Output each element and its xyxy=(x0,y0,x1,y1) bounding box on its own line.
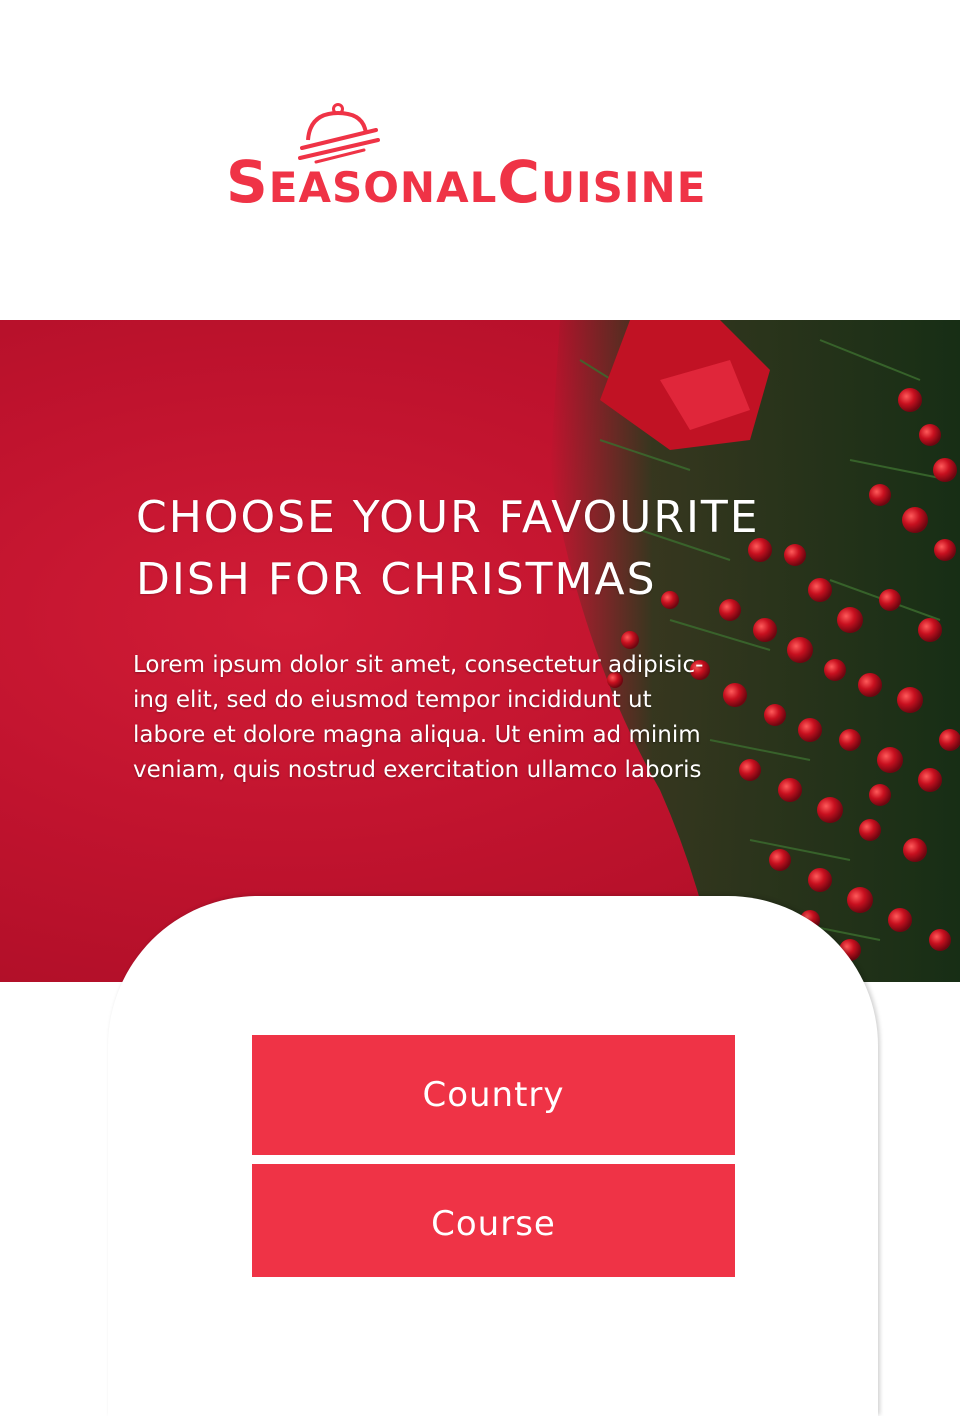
country-button[interactable]: Country xyxy=(252,1035,735,1155)
brand-name: SEASONALCUISINE xyxy=(226,148,707,216)
hero-description: Lorem ipsum dolor sit amet, consectetur … xyxy=(133,652,704,783)
hero-banner: CHOOSE YOUR FAVOURITE DISH FOR CHRISTMAS… xyxy=(0,320,960,982)
course-button[interactable]: Course xyxy=(252,1164,735,1277)
course-button-label: Course xyxy=(431,1204,556,1244)
options-card xyxy=(108,896,878,1416)
country-button-label: Country xyxy=(422,1075,565,1115)
header: SEASONALCUISINE xyxy=(0,0,960,320)
hero-title: CHOOSE YOUR FAVOURITE DISH FOR CHRISTMAS xyxy=(136,492,760,606)
brand-logo[interactable]: SEASONALCUISINE xyxy=(226,100,746,216)
